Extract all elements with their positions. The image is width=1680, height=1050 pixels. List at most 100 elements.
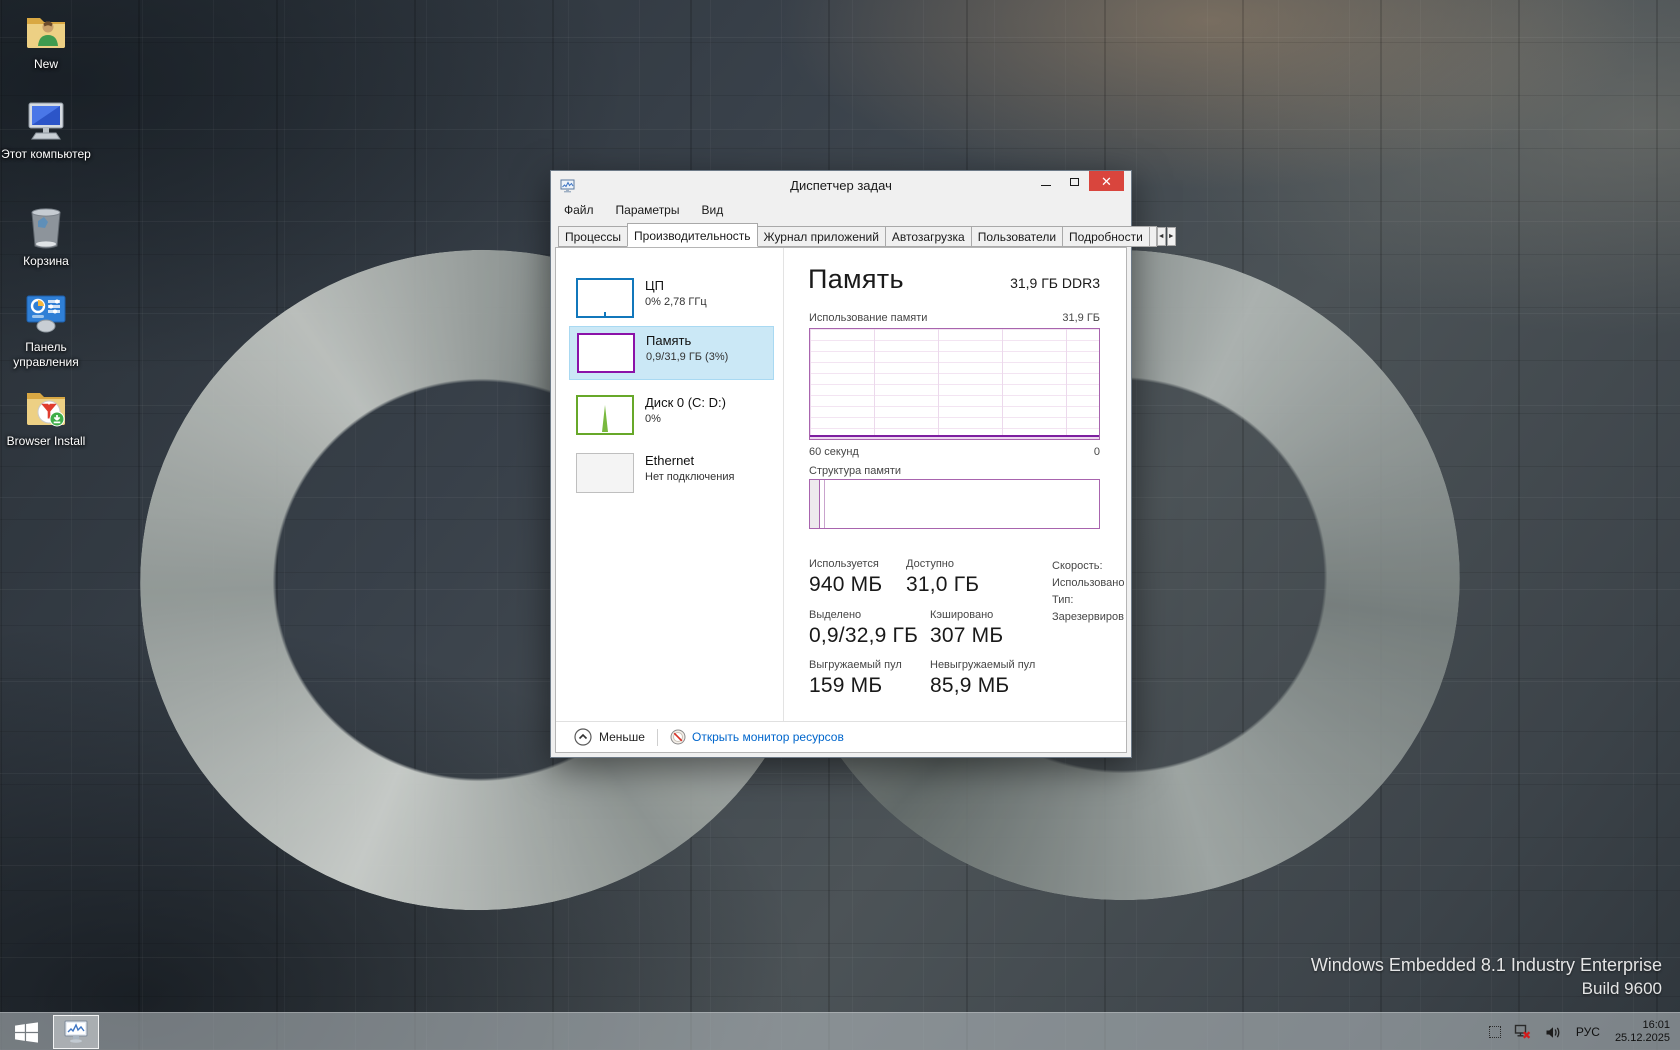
chevron-up-circle-icon: [574, 728, 592, 746]
tab-users[interactable]: Пользователи: [971, 226, 1063, 247]
composition-modified-segment: [824, 480, 825, 528]
memory-capacity: 31,9 ГБ DDR3: [1010, 275, 1100, 291]
system-tray: РУС 16:01 25.12.2025: [1489, 1013, 1670, 1050]
stat-cached: Кэшировано 307 МБ: [930, 609, 1003, 648]
hidden-icons-icon: [1489, 1026, 1501, 1038]
graph-timespan-label: 60 секунд: [809, 446, 859, 458]
sidebar-memory-subtitle: 0,9/31,9 ГБ (3%): [646, 350, 728, 364]
info-reserved-label: Зарезервировано ап...: [1052, 609, 1124, 626]
stat-label: Используется: [809, 558, 882, 570]
fewer-details-label: Меньше: [599, 730, 645, 744]
window-titlebar[interactable]: Диспетчер задач ✕: [551, 171, 1131, 200]
taskbar: РУС 16:01 25.12.2025: [0, 1012, 1680, 1050]
cpu-trace: [604, 312, 606, 316]
language-indicator[interactable]: РУС: [1574, 1025, 1602, 1039]
sidebar-memory-title: Память: [646, 333, 728, 349]
sidebar-item-disk[interactable]: Диск 0 (C: D:) 0%: [569, 389, 774, 441]
desktop-icon-browser-install[interactable]: Browser Install: [0, 385, 92, 449]
tab-performance[interactable]: Производительность: [627, 223, 757, 247]
show-hidden-icons-button[interactable]: [1489, 1026, 1501, 1038]
desktop-icon-label: Browser Install: [0, 434, 92, 449]
composition-label: Структура памяти: [809, 465, 901, 477]
stat-committed: Выделено 0,9/32,9 ГБ: [809, 609, 918, 648]
taskbar-app-task-manager[interactable]: [53, 1015, 99, 1049]
memory-usage-graph: [809, 328, 1100, 440]
stat-value: 0,9/32,9 ГБ: [809, 624, 918, 648]
stat-value: 85,9 МБ: [930, 674, 1035, 698]
desktop-icon-label: Этот компьютер: [0, 147, 92, 162]
watermark-build: Build 9600: [1311, 979, 1662, 999]
desktop-icon-new[interactable]: New: [0, 8, 92, 72]
tab-scroll-right-button[interactable]: ►: [1167, 227, 1176, 246]
stat-value: 307 МБ: [930, 624, 1003, 648]
sidebar-cpu-subtitle: 0% 2,78 ГГц: [645, 295, 707, 309]
minimize-icon: [1041, 185, 1051, 186]
computer-icon: [22, 100, 70, 144]
stat-label: Выгружаемый пул: [809, 659, 902, 671]
browser-folder-icon: [23, 385, 69, 431]
info-speed-label: Скорость:: [1052, 558, 1124, 575]
windows-watermark: Windows Embedded 8.1 Industry Enterprise…: [1311, 955, 1662, 999]
open-resource-monitor-link[interactable]: Открыть монитор ресурсов: [670, 729, 844, 745]
clock-date: 25.12.2025: [1615, 1032, 1670, 1045]
windows-logo-icon: [13, 1020, 40, 1045]
tab-processes[interactable]: Процессы: [558, 226, 628, 247]
desktop-icon-label: Панель управления: [0, 340, 92, 370]
network-error-icon: [1514, 1024, 1532, 1040]
resource-monitor-icon: [670, 729, 686, 745]
network-status-button[interactable]: [1514, 1024, 1532, 1040]
footer-divider: [657, 729, 658, 746]
sidebar-ethernet-title: Ethernet: [645, 453, 734, 469]
sidebar-item-ethernet[interactable]: Ethernet Нет подключения: [569, 447, 774, 499]
memory-composition-bar: [809, 479, 1100, 529]
desktop-icon-this-pc[interactable]: Этот компьютер: [0, 100, 92, 162]
cpu-thumbnail: [576, 278, 634, 318]
start-button[interactable]: [9, 1018, 43, 1046]
memory-usage-trace: [810, 435, 1099, 439]
recycle-bin-icon: [24, 203, 68, 251]
volume-button[interactable]: [1545, 1025, 1561, 1040]
volume-icon: [1545, 1025, 1561, 1040]
tab-startup[interactable]: Автозагрузка: [885, 226, 972, 247]
stat-label: Кэшировано: [930, 609, 1003, 621]
panel-title: Память: [808, 264, 904, 295]
sidebar-item-cpu[interactable]: ЦП 0% 2,78 ГГц: [569, 272, 774, 324]
arrow-right-icon: ►: [1168, 233, 1175, 240]
maximize-button[interactable]: [1060, 171, 1089, 191]
stat-value: 31,0 ГБ: [906, 573, 979, 597]
disk-trace: [602, 405, 608, 432]
menu-options[interactable]: Параметры: [616, 203, 680, 219]
stat-label: Невыгружаемый пул: [930, 659, 1035, 671]
minimize-button[interactable]: [1031, 171, 1060, 191]
composition-inuse-segment: [810, 480, 820, 528]
desktop-icon-recycle-bin[interactable]: Корзина: [0, 203, 92, 269]
fewer-details-button[interactable]: Меньше: [574, 728, 645, 746]
desktop-icon-control-panel[interactable]: Панель управления: [0, 293, 92, 370]
tab-scroll-left-button[interactable]: ◄: [1157, 227, 1166, 246]
taskmanager-taskbar-icon: [63, 1020, 89, 1044]
menu-file[interactable]: Файл: [564, 203, 594, 219]
tab-app-history[interactable]: Журнал приложений: [757, 226, 886, 247]
stat-available: Доступно 31,0 ГБ: [906, 558, 979, 597]
tab-strip: Процессы Производительность Журнал прило…: [551, 223, 1131, 247]
stat-in-use: Используется 940 МБ: [809, 558, 882, 597]
menu-view[interactable]: Вид: [701, 203, 723, 219]
info-type-label: Тип:: [1052, 592, 1124, 609]
taskbar-clock[interactable]: 16:01 25.12.2025: [1615, 1019, 1670, 1045]
resource-monitor-label: Открыть монитор ресурсов: [692, 730, 844, 744]
memory-panel: Память 31,9 ГБ DDR3 Использование памяти…: [783, 248, 1126, 721]
sidebar-disk-title: Диск 0 (C: D:): [645, 395, 726, 411]
tab-services-truncated[interactable]: С.: [1149, 226, 1157, 247]
desktop-icon-label: Корзина: [0, 254, 92, 269]
stat-paged-pool: Выгружаемый пул 159 МБ: [809, 659, 902, 698]
sidebar-disk-subtitle: 0%: [645, 412, 726, 426]
maximize-icon: [1070, 178, 1079, 186]
tab-details[interactable]: Подробности: [1062, 226, 1150, 247]
sidebar-ethernet-subtitle: Нет подключения: [645, 470, 734, 484]
graph-zero-label: 0: [1094, 446, 1100, 458]
sidebar-item-memory[interactable]: Память 0,9/31,9 ГБ (3%): [569, 326, 774, 380]
stat-nonpaged-pool: Невыгружаемый пул 85,9 МБ: [930, 659, 1035, 698]
stat-value: 940 МБ: [809, 573, 882, 597]
close-button[interactable]: ✕: [1089, 171, 1124, 191]
ethernet-thumbnail: [576, 453, 634, 493]
